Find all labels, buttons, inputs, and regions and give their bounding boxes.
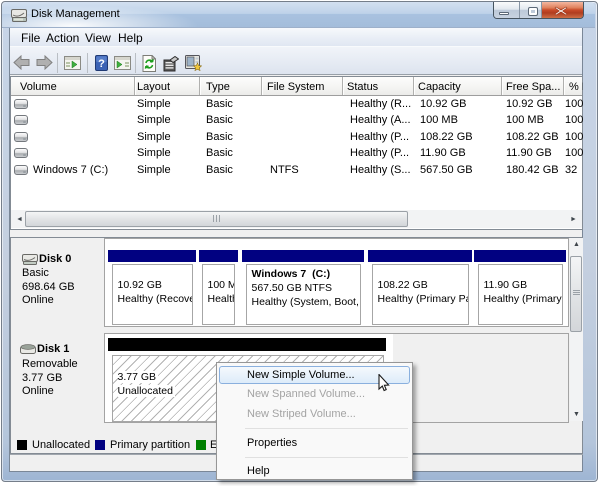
svg-text:?: ?: [98, 58, 105, 70]
